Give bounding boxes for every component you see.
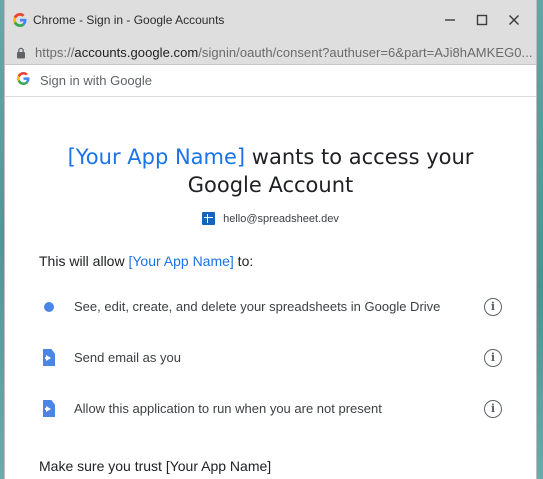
browser-window: Chrome - Sign in - Google Accounts https… xyxy=(4,0,537,479)
title-bar[interactable]: Chrome - Sign in - Google Accounts xyxy=(5,0,536,40)
info-icon[interactable]: i xyxy=(484,348,502,367)
page-title: [Your App Name] wants to access your Goo… xyxy=(39,143,502,199)
minimize-icon[interactable] xyxy=(434,4,466,36)
sign-in-with-google-label: Sign in with Google xyxy=(40,73,153,88)
close-icon[interactable] xyxy=(498,4,530,36)
scope-label: Allow this application to run when you a… xyxy=(74,401,382,416)
window-title: Chrome - Sign in - Google Accounts xyxy=(33,13,225,27)
desktop-background-right xyxy=(537,0,543,479)
maximize-icon[interactable] xyxy=(466,4,498,36)
spreadsheet-icon xyxy=(202,212,216,225)
scope-item-run-offline: Allow this application to run when you a… xyxy=(39,383,502,434)
info-icon[interactable]: i xyxy=(484,297,502,316)
google-g-icon xyxy=(13,13,27,27)
allow-suffix: to: xyxy=(233,253,254,269)
scope-list: See, edit, create, and delete your sprea… xyxy=(39,281,502,434)
url-scheme: https:// xyxy=(35,44,75,60)
scope-item-send-email: Send email as you i xyxy=(39,332,502,383)
scope-label: Send email as you xyxy=(74,350,181,365)
google-g-icon xyxy=(17,71,30,90)
trust-heading: Make sure you trust [Your App Name] xyxy=(39,458,272,474)
apps-script-icon xyxy=(43,349,55,366)
url-path: /signin/oauth/consent?authuser=6&part=AJ… xyxy=(198,44,533,60)
lock-icon[interactable] xyxy=(15,46,27,59)
account-chip[interactable]: hello@spreadsheet.dev xyxy=(39,212,502,225)
url-host: accounts.google.com xyxy=(74,44,199,60)
sign-in-header: Sign in with Google xyxy=(5,65,536,97)
scope-label: See, edit, create, and delete your sprea… xyxy=(74,299,441,314)
apps-script-icon xyxy=(43,400,55,417)
url-text[interactable]: https://accounts.google.com/signin/oauth… xyxy=(35,45,533,60)
app-name-link[interactable]: [Your App Name] xyxy=(128,253,233,269)
info-icon[interactable]: i xyxy=(484,399,502,418)
account-email: hello@spreadsheet.dev xyxy=(223,212,339,225)
allow-heading: This will allow [Your App Name] to: xyxy=(39,253,502,269)
circle-icon xyxy=(44,301,54,312)
app-name-link[interactable]: [Your App Name] xyxy=(68,145,246,169)
scope-item-spreadsheets: See, edit, create, and delete your sprea… xyxy=(39,281,502,332)
consent-content: [Your App Name] wants to access your Goo… xyxy=(5,143,536,434)
window-controls xyxy=(434,0,530,40)
address-bar[interactable]: https://accounts.google.com/signin/oauth… xyxy=(5,40,536,65)
allow-prefix: This will allow xyxy=(39,253,129,269)
